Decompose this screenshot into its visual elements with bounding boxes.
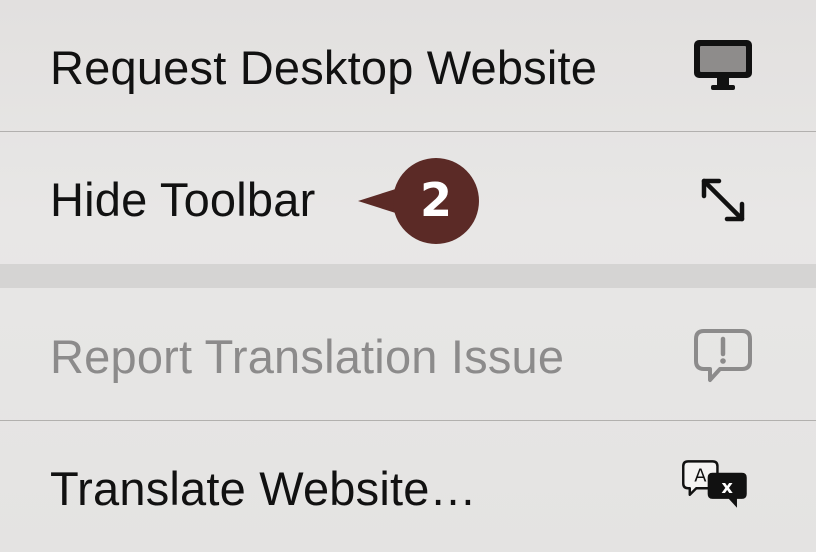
menu-item-request-desktop-website[interactable]: Request Desktop Website [0,0,816,131]
svg-text:A: A [694,466,707,487]
menu-item-translate-website[interactable]: Translate Website… A x [0,421,816,552]
context-menu: Request Desktop Website Hide Toolbar Rep… [0,0,816,552]
step-number: 2 [419,173,452,227]
menu-item-label: Report Translation Issue [50,330,565,383]
menu-item-label: Request Desktop Website [50,41,598,94]
report-issue-icon [688,326,758,386]
desktop-icon [688,36,758,96]
menu-item-report-translation-issue[interactable]: Report Translation Issue [0,288,816,420]
resize-arrows-icon [688,170,758,230]
menu-item-label: Translate Website… [50,462,477,515]
menu-group-separator [0,264,816,288]
translate-icon: A x [680,455,750,515]
menu-item-label: Hide Toolbar [50,173,316,226]
svg-text:x: x [721,477,733,498]
